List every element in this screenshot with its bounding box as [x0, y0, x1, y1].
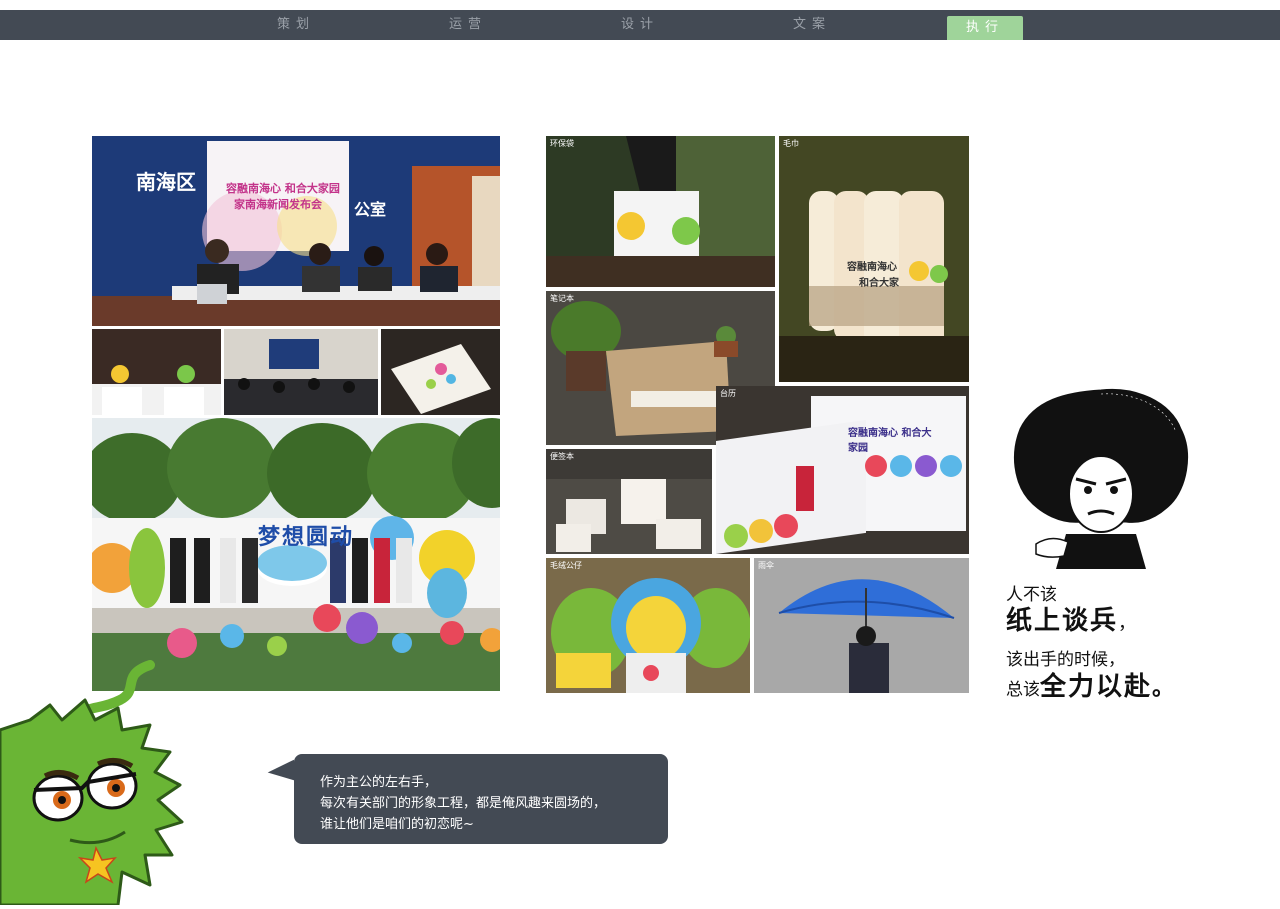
towel-text-2: 和合大家 [859, 278, 899, 289]
umbrella-photo: 雨伞 [754, 558, 969, 693]
bubble-line-3: 谁让他们是咱们的初恋呢~ [320, 817, 474, 832]
press-wall-text: 南海区 [136, 170, 196, 194]
press-conference-illustration [92, 136, 500, 326]
quote-period: 。 [1152, 676, 1175, 701]
tab-execution[interactable]: 执行 [947, 16, 1023, 40]
sticky-notes-label: 便签本 [550, 452, 574, 461]
towel-photo: 毛巾 容融南海心 和合大家 [779, 136, 969, 382]
tab-design[interactable]: 设计 [600, 10, 680, 40]
audience-photo [224, 329, 378, 415]
press-conference-photo: 南海区 公室 容融南海心 和合大家园 家南海新闻发布会 [92, 136, 500, 326]
tab-operation[interactable]: 运营 [428, 10, 508, 40]
plush-toys-photo: 毛绒公仔 [546, 558, 750, 693]
towel-text-1: 容融南海心 [847, 262, 897, 273]
top-nav-bar: 策划 运营 设计 文案 执行 [0, 10, 1280, 40]
mascot-statues-photo [92, 329, 221, 415]
quote-line-4: 总该全力以赴。 [1006, 666, 1174, 703]
sticky-notes-photo: 便签本 [546, 449, 712, 554]
green-mascot-illustration [0, 660, 250, 907]
calendar-photo: 台历 容融南海心 和合大家园 [716, 386, 969, 554]
afro-character-illustration [1006, 384, 1196, 569]
tab-copywriting[interactable]: 文案 [772, 10, 852, 40]
umbrella-label: 雨伞 [758, 561, 774, 570]
speech-bubble-tail [266, 759, 298, 787]
plush-toys-label: 毛绒公仔 [550, 561, 582, 570]
speech-bubble: 作为主公的左右手， 每次有关部门的形象工程，都是俺风趣来圆场的， 谁让他们是咱们… [294, 754, 668, 844]
stage-event-photo: 梦想圆动 [92, 418, 500, 691]
bubble-line-1: 作为主公的左右手， [320, 775, 438, 790]
quote-prefix: 总该 [1006, 680, 1040, 700]
quote-comma-1: ， [1118, 613, 1137, 634]
notebook-label: 笔记本 [550, 294, 574, 303]
stage-banner-text: 梦想圆动 [258, 525, 355, 550]
tab-planning[interactable]: 策划 [256, 10, 336, 40]
calendar-title: 容融南海心 和合大家园 [848, 428, 932, 454]
quote-emphasis-1: 纸上谈兵 [1006, 606, 1119, 636]
press-screen-title: 容融南海心 和合大家园 [226, 182, 340, 195]
quote-line-2: 纸上谈兵， [1006, 600, 1136, 637]
tote-bag-label: 环保袋 [550, 139, 574, 148]
quote-emphasis-2: 全力以赴 [1040, 672, 1153, 702]
towel-label: 毛巾 [783, 139, 799, 148]
brochure-photo [381, 329, 500, 415]
bubble-line-2: 每次有关部门的形象工程，都是俺风趣来圆场的， [320, 796, 607, 811]
tote-bag-photo: 环保袋 [546, 136, 775, 287]
press-wall-text-right: 公室 [354, 200, 387, 219]
calendar-label: 台历 [720, 389, 736, 398]
press-screen-subtitle: 家南海新闻发布会 [234, 198, 322, 211]
